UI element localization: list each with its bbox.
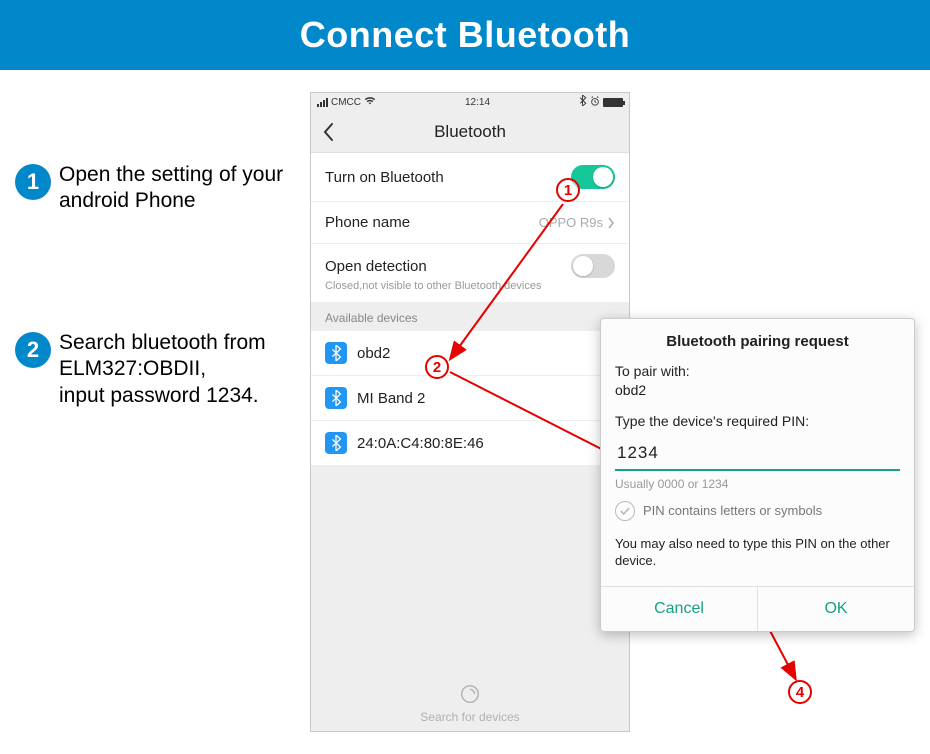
screen-title: Bluetooth: [434, 122, 506, 142]
device-name: obd2: [357, 345, 390, 362]
status-time: 12:14: [465, 97, 490, 108]
device-row-miband[interactable]: MI Band 2: [311, 376, 629, 421]
device-row-mac[interactable]: 24:0A:C4:80:8E:46: [311, 421, 629, 466]
phone-screen: CMCC 12:14 Bluetooth Turn on Bluetooth P…: [310, 92, 630, 732]
device-name: MI Band 2: [357, 390, 425, 407]
carrier: CMCC: [331, 97, 361, 108]
device-row-obd2[interactable]: obd2: [311, 331, 629, 376]
marker-1: 1: [556, 178, 580, 202]
search-icon: [459, 683, 481, 708]
back-button[interactable]: [321, 122, 335, 142]
row-open-detection: Open detection Closed,not visible to oth…: [311, 244, 629, 303]
battery-icon: [603, 98, 623, 107]
bluetooth-icon: [325, 432, 347, 454]
bluetooth-icon: [325, 387, 347, 409]
alarm-icon: [590, 96, 600, 109]
open-detection-label: Open detection: [325, 258, 427, 275]
devices-header: Available devices: [311, 303, 629, 331]
type-pin-label: Type the device's required PIN:: [615, 412, 900, 431]
bluetooth-icon: [325, 342, 347, 364]
nav-titlebar: Bluetooth: [311, 111, 629, 153]
marker-4: 4: [788, 680, 812, 704]
cancel-button[interactable]: Cancel: [601, 587, 757, 631]
step-badge-2: 2: [15, 332, 51, 368]
checkbox-icon: [615, 501, 635, 521]
banner-title: Connect Bluetooth: [300, 14, 630, 56]
signal-icon: [317, 98, 328, 107]
device-name: 24:0A:C4:80:8E:46: [357, 435, 484, 452]
to-pair-device: obd2: [615, 381, 900, 400]
page-banner: Connect Bluetooth: [0, 0, 930, 70]
checkbox-label: PIN contains letters or symbols: [643, 503, 822, 518]
bluetooth-status-icon: [579, 95, 587, 109]
search-devices-button[interactable]: Search for devices: [311, 675, 629, 731]
row-turn-on-bluetooth: Turn on Bluetooth: [311, 153, 629, 202]
phone-name-value: OPPO R9s: [539, 215, 603, 230]
pin-note: You may also need to type this PIN on th…: [615, 535, 900, 570]
instruction-step-2: 2 Search bluetooth from ELM327:OBDII, in…: [15, 330, 309, 409]
step-text-1: Open the setting of your android Phone: [59, 162, 309, 215]
detection-toggle[interactable]: [571, 254, 615, 278]
step-badge-1: 1: [15, 164, 51, 200]
row-phone-name[interactable]: Phone name OPPO R9s: [311, 202, 629, 244]
step-text-2: Search bluetooth from ELM327:OBDII, inpu…: [59, 330, 309, 409]
phone-name-label: Phone name: [325, 214, 410, 231]
open-detection-sub: Closed,not visible to other Bluetooth de…: [325, 280, 541, 292]
search-label: Search for devices: [420, 710, 519, 724]
dialog-title: Bluetooth pairing request: [615, 333, 900, 350]
marker-2: 2: [425, 355, 449, 379]
to-pair-label: To pair with:: [615, 362, 900, 381]
pairing-dialog: Bluetooth pairing request To pair with: …: [600, 318, 915, 632]
pin-letters-checkbox-row[interactable]: PIN contains letters or symbols: [615, 501, 900, 521]
instruction-step-1: 1 Open the setting of your android Phone: [15, 162, 309, 215]
status-bar: CMCC 12:14: [311, 93, 629, 111]
pin-hint: Usually 0000 or 1234: [615, 477, 900, 491]
turn-on-label: Turn on Bluetooth: [325, 169, 444, 186]
ok-button[interactable]: OK: [757, 587, 914, 631]
pin-input[interactable]: 1234: [615, 437, 900, 471]
wifi-icon: [364, 96, 376, 109]
chevron-right-icon: [607, 217, 615, 229]
